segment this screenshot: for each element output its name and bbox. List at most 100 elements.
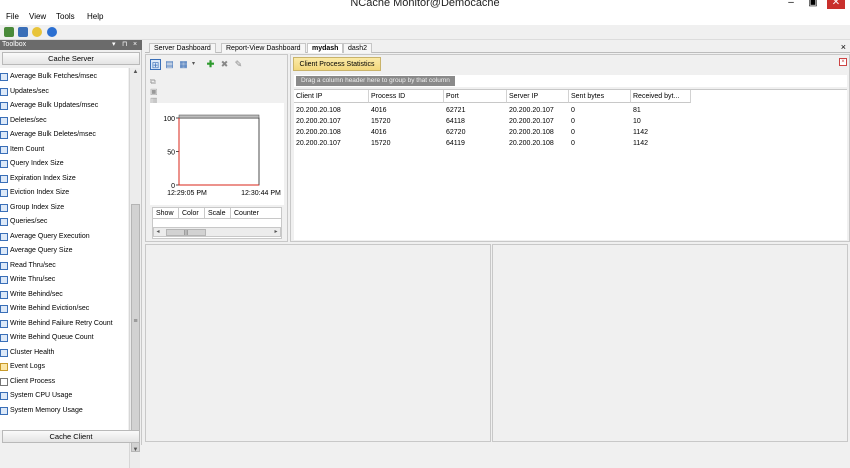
scroll-right-icon[interactable]: ▸ bbox=[272, 228, 280, 236]
edit-icon[interactable]: ✎ bbox=[233, 59, 244, 70]
column-show[interactable]: Show bbox=[153, 208, 179, 219]
toolbox-item[interactable]: Client Process bbox=[0, 375, 128, 389]
counter-icon bbox=[0, 247, 8, 255]
column-counter[interactable]: Counter bbox=[231, 208, 281, 219]
toolbox-item-label: System Memory Usage bbox=[10, 406, 83, 414]
counter-icon bbox=[0, 102, 8, 110]
close-tab-icon[interactable]: × bbox=[841, 42, 846, 52]
column-header[interactable]: Sent bytes bbox=[569, 90, 631, 103]
tab-report-view-dashboard[interactable]: Report-View Dashboard bbox=[221, 43, 306, 53]
toolbox-item-label: Average Bulk Deletes/msec bbox=[10, 131, 96, 138]
remove-counter-icon[interactable]: ✖ bbox=[219, 59, 230, 70]
chart-view-icon[interactable]: ⊞ bbox=[150, 59, 161, 70]
toolbox-scrollbar[interactable]: ▲ ≡ ▼ bbox=[129, 68, 140, 468]
pin-icon[interactable]: ⊓ bbox=[122, 40, 127, 50]
column-header[interactable]: Process ID bbox=[369, 90, 444, 103]
group-by-area[interactable]: Drag a column header here to group by th… bbox=[294, 75, 847, 87]
add-counter-icon[interactable]: ✚ bbox=[205, 59, 216, 70]
toolbox-item[interactable]: Average Bulk Deletes/msec bbox=[0, 128, 128, 142]
close-panel-icon[interactable]: × bbox=[839, 58, 847, 66]
empty-panel-right bbox=[492, 244, 848, 442]
scroll-grip-icon: ≡ bbox=[133, 318, 138, 325]
toolbox-item[interactable]: Event Logs bbox=[0, 360, 128, 374]
toolbox-item-label: Average Query Size bbox=[10, 247, 73, 254]
counter-icon bbox=[0, 290, 8, 299]
toolbox-item[interactable]: System Memory Usage bbox=[0, 404, 128, 418]
toolbox-item[interactable]: Write Behind Queue Count bbox=[0, 331, 128, 345]
minimize-button[interactable]: – bbox=[782, 0, 800, 9]
scroll-down-icon[interactable]: ▼ bbox=[131, 446, 140, 455]
column-header[interactable]: Client IP bbox=[294, 90, 369, 103]
toolbox-item[interactable]: Queries/sec bbox=[0, 215, 128, 229]
menu-help[interactable]: Help bbox=[87, 12, 103, 21]
toolbox-item[interactable]: Average Query Size bbox=[0, 244, 128, 258]
toolbox-item-label: Average Query Execution bbox=[10, 232, 90, 240]
table-cell: 10 bbox=[633, 118, 641, 125]
maximize-button[interactable]: ▣ bbox=[804, 0, 822, 9]
column-scale[interactable]: Scale bbox=[205, 208, 231, 219]
toolbox-item[interactable]: Item Count bbox=[0, 143, 128, 157]
title-bar: NCache Monitor@Democache – ▣ ✕ bbox=[0, 0, 850, 10]
lightbulb-icon[interactable] bbox=[32, 27, 42, 37]
menu-view[interactable]: View bbox=[29, 12, 46, 21]
cache-server-group[interactable]: Cache Server bbox=[2, 52, 140, 65]
help-icon[interactable] bbox=[47, 27, 57, 37]
cache-client-group[interactable]: Cache Client bbox=[2, 430, 140, 443]
toolbox-item[interactable]: Write Behind Failure Retry Count bbox=[0, 317, 128, 331]
client-process-panel: Client Process Statistics × Drag a colum… bbox=[290, 54, 850, 242]
paste-icon[interactable]: ▣ bbox=[150, 87, 278, 96]
toolbox-item[interactable]: Expiration Index Size bbox=[0, 172, 128, 186]
dropdown-icon[interactable]: ▾ bbox=[112, 40, 116, 50]
menu-file[interactable]: File bbox=[6, 12, 19, 21]
toolbox-item[interactable]: Write Behind Eviction/sec bbox=[0, 302, 128, 316]
add-cache-icon[interactable] bbox=[4, 27, 14, 37]
toolbox-item[interactable]: Write Behind/sec bbox=[0, 288, 128, 302]
menu-bar: File View Tools Help bbox=[0, 10, 850, 25]
toolbox-item[interactable]: Average Bulk Updates/msec bbox=[0, 99, 128, 113]
toolbox-item[interactable]: System CPU Usage bbox=[0, 389, 128, 403]
column-color[interactable]: Color bbox=[179, 208, 205, 219]
scroll-thumb[interactable] bbox=[131, 204, 140, 452]
toolbox-item[interactable]: Average Query Execution bbox=[0, 230, 128, 244]
counter-icon bbox=[0, 305, 8, 313]
counter-icon bbox=[0, 232, 8, 241]
counter-icon bbox=[0, 348, 8, 357]
toolbox-item-label: Deletes/sec bbox=[10, 116, 47, 124]
toolbox-item-label: Read Thru/sec bbox=[10, 261, 56, 269]
scroll-up-icon[interactable]: ▲ bbox=[131, 68, 140, 77]
column-header[interactable]: Server IP bbox=[507, 90, 569, 103]
table-cell: 15720 bbox=[371, 118, 391, 125]
toolbox-item[interactable]: Average Bulk Fetches/msec bbox=[0, 70, 128, 84]
toolbox-item[interactable]: Group Index Size bbox=[0, 201, 128, 215]
toolbox-item[interactable]: Deletes/sec bbox=[0, 114, 128, 128]
toolbox-item[interactable]: Write Thru/sec bbox=[0, 273, 128, 287]
tab-mydash[interactable]: mydash bbox=[307, 43, 344, 53]
toolbox-item-label: Event Logs bbox=[10, 363, 46, 370]
legend-hscrollbar[interactable]: ◂ ||| ▸ bbox=[153, 227, 281, 237]
toolbox-item[interactable]: Eviction Index Size bbox=[0, 186, 128, 200]
column-header[interactable]: Received byt... bbox=[631, 90, 691, 103]
tab-server-dashboard[interactable]: Server Dashboard bbox=[149, 43, 216, 53]
counter-icon bbox=[0, 334, 8, 342]
copy-icon[interactable]: ⧉ bbox=[150, 77, 278, 87]
y-tick-label: 50 bbox=[167, 150, 175, 157]
table-cell: 20.200.20.107 bbox=[509, 107, 554, 114]
close-toolbox-icon[interactable]: × bbox=[133, 40, 137, 50]
toolbox-item[interactable]: Query Index Size bbox=[0, 157, 128, 171]
x-tick-label: 12:29:05 PM bbox=[167, 190, 207, 197]
table-cell: 0 bbox=[571, 140, 575, 147]
tab-client-process-statistics[interactable]: Client Process Statistics bbox=[293, 57, 381, 71]
tab-dash2[interactable]: dash2 bbox=[343, 43, 373, 53]
toolbox-item[interactable]: Updates/sec bbox=[0, 85, 128, 99]
scroll-left-icon[interactable]: ◂ bbox=[154, 228, 162, 236]
menu-tools[interactable]: Tools bbox=[56, 12, 75, 21]
cluster-icon[interactable] bbox=[18, 27, 28, 37]
dropdown-arrow-icon[interactable]: ▾ bbox=[188, 59, 199, 70]
toolbox-item[interactable]: Read Thru/sec bbox=[0, 259, 128, 273]
legend-scroll-thumb[interactable]: ||| bbox=[166, 229, 206, 236]
table-cell: 20.200.20.108 bbox=[296, 107, 341, 114]
table-view-icon[interactable]: ▤ bbox=[164, 59, 175, 70]
column-header[interactable]: Port bbox=[444, 90, 507, 103]
toolbox-item[interactable]: Cluster Health bbox=[0, 346, 128, 360]
close-window-button[interactable]: ✕ bbox=[827, 0, 845, 9]
